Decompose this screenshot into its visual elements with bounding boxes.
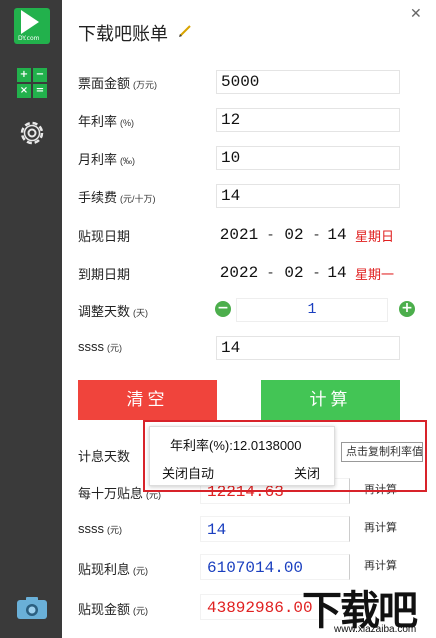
clear-button[interactable]: 清空 — [78, 380, 217, 420]
watermark-url: www.xiazaiba.com — [334, 624, 417, 635]
interest-days-label: 计息天数 — [78, 449, 131, 464]
gear-icon[interactable] — [16, 117, 48, 149]
ssss-result-label: ssss (元) — [78, 521, 122, 536]
discount-interest-row: 贴现利息 (元) 6107014.00 再计算 — [78, 554, 418, 580]
ssss-input-label: ssss (元) — [78, 339, 122, 354]
rate-popup: 年利率(%):12.0138000 关闭自动 关闭 — [149, 426, 335, 486]
fee-input[interactable]: 14 — [216, 184, 400, 208]
fee-row: 手续费 (元/十万) 14 — [78, 184, 418, 208]
discount-date-row: 贴现日期 2021 - 02 - 14 星期日 — [78, 223, 418, 247]
adjust-days-row: 调整天数 (天) − 1 + — [78, 298, 418, 322]
due-date-label: 到期日期 — [78, 267, 131, 282]
due-date-row: 到期日期 2022 - 02 - 14 星期一 — [78, 261, 418, 285]
popup-auto-close-button[interactable]: 关闭自动 — [162, 463, 214, 482]
discount-interest-recalc-link[interactable]: 再计算 — [364, 557, 397, 573]
rate-popup-highlight: 年利率(%):12.0138000 关闭自动 关闭 点击复制利率值。 — [143, 420, 427, 492]
decrement-button[interactable]: − — [215, 301, 231, 317]
calculator-icon[interactable]: + − × = — [17, 68, 47, 98]
ssss-input-row: ssss (元) 14 — [78, 336, 418, 360]
ssss-result-value[interactable]: 14 — [200, 516, 350, 542]
sidebar: DY.com + − × = — [0, 0, 62, 638]
annual-rate-label: 年利率 (%) — [78, 114, 135, 129]
copy-tooltip: 点击复制利率值。 — [341, 442, 423, 462]
due-month-input[interactable]: 02 — [278, 261, 310, 285]
ssss-recalc-link[interactable]: 再计算 — [364, 519, 397, 535]
adjust-days-input[interactable]: 1 — [236, 298, 388, 322]
annual-rate-input[interactable]: 12 — [216, 108, 400, 132]
discount-amount-label: 贴现金额 (元) — [78, 602, 149, 617]
ssss-result-row: ssss (元) 14 再计算 — [78, 516, 418, 542]
monthly-rate-row: 月利率 (‰) 10 — [78, 146, 418, 170]
calculate-button[interactable]: 计算 — [261, 380, 400, 420]
close-icon[interactable]: ✕ — [410, 6, 422, 22]
discount-interest-value[interactable]: 6107014.00 — [200, 554, 350, 580]
popup-close-button[interactable]: 关闭 — [294, 463, 320, 482]
due-day-input[interactable]: 14 — [324, 261, 350, 285]
face-amount-label: 票面金额 (万元) — [78, 76, 158, 91]
monthly-rate-input[interactable]: 10 — [216, 146, 400, 170]
ssss-input[interactable]: 14 — [216, 336, 400, 360]
popup-rate-text[interactable]: 年利率(%):12.0138000 — [170, 435, 302, 454]
monthly-rate-label: 月利率 (‰) — [78, 152, 136, 167]
face-amount-input[interactable]: 5000 — [216, 70, 400, 94]
fee-label: 手续费 (元/十万) — [78, 190, 156, 205]
edit-pencil-icon[interactable] — [178, 24, 192, 38]
face-amount-row: 票面金额 (万元) 5000 — [78, 70, 418, 94]
increment-button[interactable]: + — [399, 301, 415, 317]
adjust-days-label: 调整天数 (天) — [78, 304, 149, 319]
app-logo: DY.com — [14, 8, 50, 44]
due-year-input[interactable]: 2022 — [214, 261, 264, 285]
discount-month-input[interactable]: 02 — [278, 223, 310, 247]
watermark: 下载吧 www.xiazaiba.com — [298, 578, 436, 638]
discount-interest-label: 贴现利息 (元) — [78, 562, 149, 577]
discount-date-label: 贴现日期 — [78, 229, 131, 244]
main-panel: 下载吧账单 ✕ 票面金额 (万元) 5000 年利率 (%) 12 月利率 (‰) 1… — [62, 0, 436, 638]
discount-year-input[interactable]: 2021 — [214, 223, 264, 247]
camera-icon[interactable] — [16, 596, 48, 620]
due-weekday: 星期一 — [355, 267, 395, 282]
annual-rate-row: 年利率 (%) 12 — [78, 108, 418, 132]
page-title: 下载吧账单 — [78, 24, 168, 44]
discount-day-input[interactable]: 14 — [324, 223, 350, 247]
logo-text: DY.com — [18, 35, 40, 42]
discount-weekday: 星期日 — [355, 229, 395, 244]
